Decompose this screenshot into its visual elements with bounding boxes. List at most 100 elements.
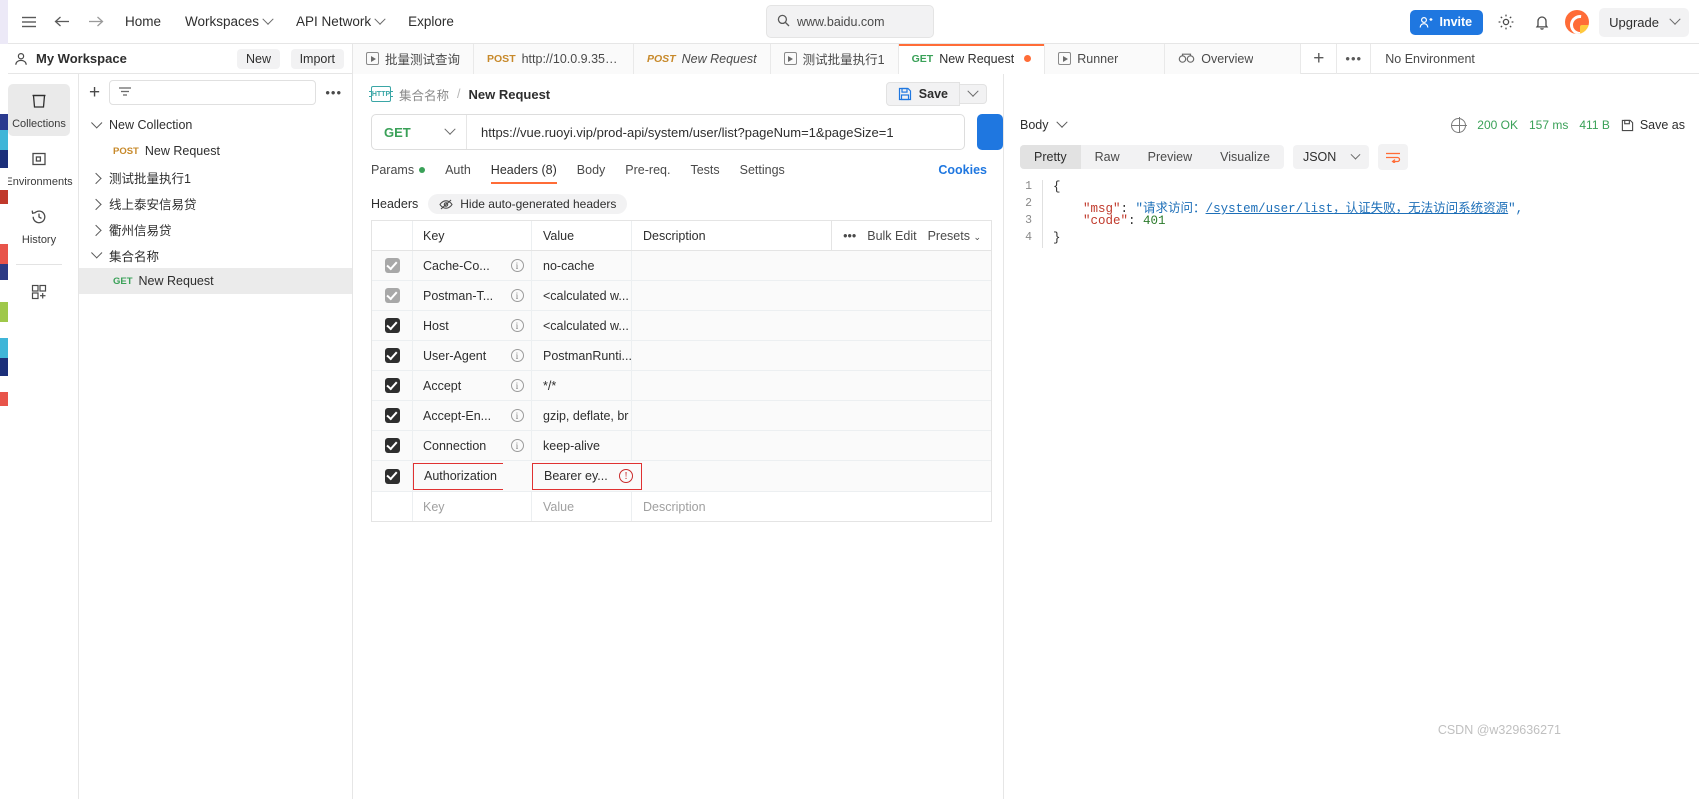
tree-item-collection-4[interactable]: 衢州信易贷	[79, 216, 352, 242]
row-value[interactable]: keep-alive	[532, 431, 631, 460]
chevron-down-icon[interactable]	[1055, 116, 1068, 128]
gear-icon[interactable]	[1493, 9, 1519, 35]
collections-more-icon[interactable]: •••	[325, 85, 342, 100]
table-row[interactable]: Accept-En... i gzip, deflate, br	[372, 401, 991, 431]
row-key[interactable]: Accept-En...	[413, 401, 503, 430]
row-key[interactable]: Postman-T...	[413, 281, 503, 310]
tab-3[interactable]: 测试批量执行1	[770, 43, 899, 74]
new-description-input[interactable]: Description	[631, 492, 991, 521]
row-value[interactable]: no-cache	[532, 251, 631, 280]
warning-icon[interactable]: !	[619, 469, 633, 483]
tab-auth[interactable]: Auth	[445, 163, 471, 184]
tree-item-collection-5[interactable]: 集合名称	[79, 242, 352, 268]
back-icon[interactable]	[48, 9, 76, 35]
row-key[interactable]: Connection	[413, 431, 503, 460]
tab-settings[interactable]: Settings	[740, 163, 785, 184]
add-tab-button[interactable]: +	[1301, 43, 1338, 74]
row-value[interactable]: <calculated w...	[532, 281, 631, 310]
checkbox[interactable]	[384, 468, 400, 484]
send-button[interactable]	[977, 114, 1003, 150]
save-response-button[interactable]: Save as	[1621, 118, 1685, 132]
checkbox[interactable]	[384, 438, 400, 453]
row-checkbox-cell[interactable]	[372, 492, 413, 521]
table-row[interactable]: Cache-Co... i no-cache	[372, 251, 991, 281]
breadcrumb-parent[interactable]: 集合名称	[399, 85, 449, 104]
filter-input[interactable]	[109, 79, 317, 105]
table-row[interactable]: Accept i */*	[372, 371, 991, 401]
tabs-more-button[interactable]: •••	[1337, 43, 1372, 74]
tree-item-collection-3[interactable]: 线上泰安信易贷	[79, 190, 352, 216]
tab-visualize[interactable]: Visualize	[1206, 145, 1284, 169]
row-checkbox-cell[interactable]	[372, 311, 413, 340]
plus-icon[interactable]: +	[89, 83, 100, 102]
upgrade-button[interactable]: Upgrade	[1599, 7, 1689, 37]
row-checkbox-cell[interactable]	[372, 431, 413, 460]
tab-tests[interactable]: Tests	[690, 163, 719, 184]
save-options-button[interactable]	[960, 84, 987, 104]
cookies-link[interactable]: Cookies	[938, 163, 987, 184]
bell-icon[interactable]	[1529, 9, 1555, 35]
info-icon[interactable]: i	[510, 379, 524, 392]
response-code-viewer[interactable]: 1 { 2 "msg": "请求访问：/system/user/list，认证失…	[1004, 174, 1699, 799]
row-key[interactable]: Host	[413, 311, 503, 340]
checkbox[interactable]	[384, 378, 400, 393]
checkbox[interactable]	[384, 258, 400, 273]
row-checkbox-cell[interactable]	[372, 251, 413, 280]
checkbox[interactable]	[384, 348, 400, 363]
sidebar-item-environments[interactable]: Environments	[5, 142, 73, 194]
row-key[interactable]: Accept	[413, 371, 503, 400]
tree-item-collection-2[interactable]: 测试批量执行1	[79, 164, 352, 190]
row-key-highlighted[interactable]: Authorization	[413, 462, 503, 490]
workspace-selector[interactable]: My Workspace New Import	[0, 43, 353, 74]
row-checkbox-cell[interactable]	[372, 401, 413, 430]
tab-5-runner[interactable]: Runner	[1045, 43, 1166, 74]
chevron-right-icon[interactable]	[89, 173, 103, 181]
bulk-edit-button[interactable]: Bulk Edit	[867, 229, 916, 243]
search-input[interactable]: www.baidu.com	[766, 5, 934, 38]
invite-button[interactable]: Invite	[1410, 9, 1484, 35]
info-icon[interactable]: i	[510, 409, 524, 422]
save-button[interactable]: Save	[885, 82, 960, 106]
tab-2[interactable]: POST New Request	[634, 43, 771, 74]
table-row[interactable]: Connection i keep-alive	[372, 431, 991, 461]
chevron-right-icon[interactable]	[89, 199, 103, 207]
new-key-input[interactable]: Key	[413, 492, 503, 521]
row-description[interactable]	[631, 281, 991, 310]
row-description[interactable]	[631, 311, 991, 340]
row-description[interactable]	[631, 251, 991, 280]
row-value[interactable]: PostmanRunti...	[532, 341, 632, 370]
tab-pre-request[interactable]: Pre-req.	[625, 163, 670, 184]
tab-headers[interactable]: Headers (8)	[490, 163, 557, 184]
row-value[interactable]: <calculated w...	[532, 311, 631, 340]
method-selector[interactable]: GET	[372, 115, 467, 149]
chevron-right-icon[interactable]	[89, 225, 103, 233]
postman-avatar-icon[interactable]	[1565, 10, 1590, 34]
tab-preview[interactable]: Preview	[1134, 145, 1206, 169]
checkbox[interactable]	[384, 318, 400, 333]
hamburger-icon[interactable]	[16, 9, 42, 35]
row-checkbox-cell[interactable]	[372, 281, 413, 310]
nav-item-workspaces[interactable]: Workspaces	[176, 10, 281, 33]
tab-raw[interactable]: Raw	[1081, 145, 1134, 169]
response-format-selector[interactable]: JSON	[1292, 145, 1370, 169]
tab-4-active[interactable]: GET New Request	[898, 43, 1046, 74]
nav-item-api-network[interactable]: API Network	[287, 10, 393, 33]
row-checkbox-cell[interactable]	[372, 461, 413, 491]
table-row[interactable]: Host i <calculated w...	[372, 311, 991, 341]
sidebar-item-collections[interactable]: Collections	[8, 84, 70, 136]
row-checkbox-cell[interactable]	[372, 341, 413, 370]
row-description[interactable]	[631, 431, 991, 460]
select-all-cell[interactable]	[372, 221, 413, 250]
row-value[interactable]: */*	[532, 371, 631, 400]
row-value-highlighted[interactable]: Bearer ey... !	[532, 462, 642, 490]
chevron-down-icon[interactable]	[89, 121, 103, 129]
forward-icon[interactable]	[82, 9, 110, 35]
nav-item-home[interactable]: Home	[116, 10, 170, 33]
sidebar-item-add-apps[interactable]	[8, 275, 70, 310]
wrap-lines-button[interactable]	[1378, 144, 1409, 170]
row-key[interactable]: User-Agent	[413, 341, 503, 370]
sidebar-item-history[interactable]: History	[8, 200, 70, 252]
table-row[interactable]: User-Agent i PostmanRunti...	[372, 341, 991, 371]
row-checkbox-cell[interactable]	[372, 371, 413, 400]
tab-body[interactable]: Body	[577, 163, 606, 184]
